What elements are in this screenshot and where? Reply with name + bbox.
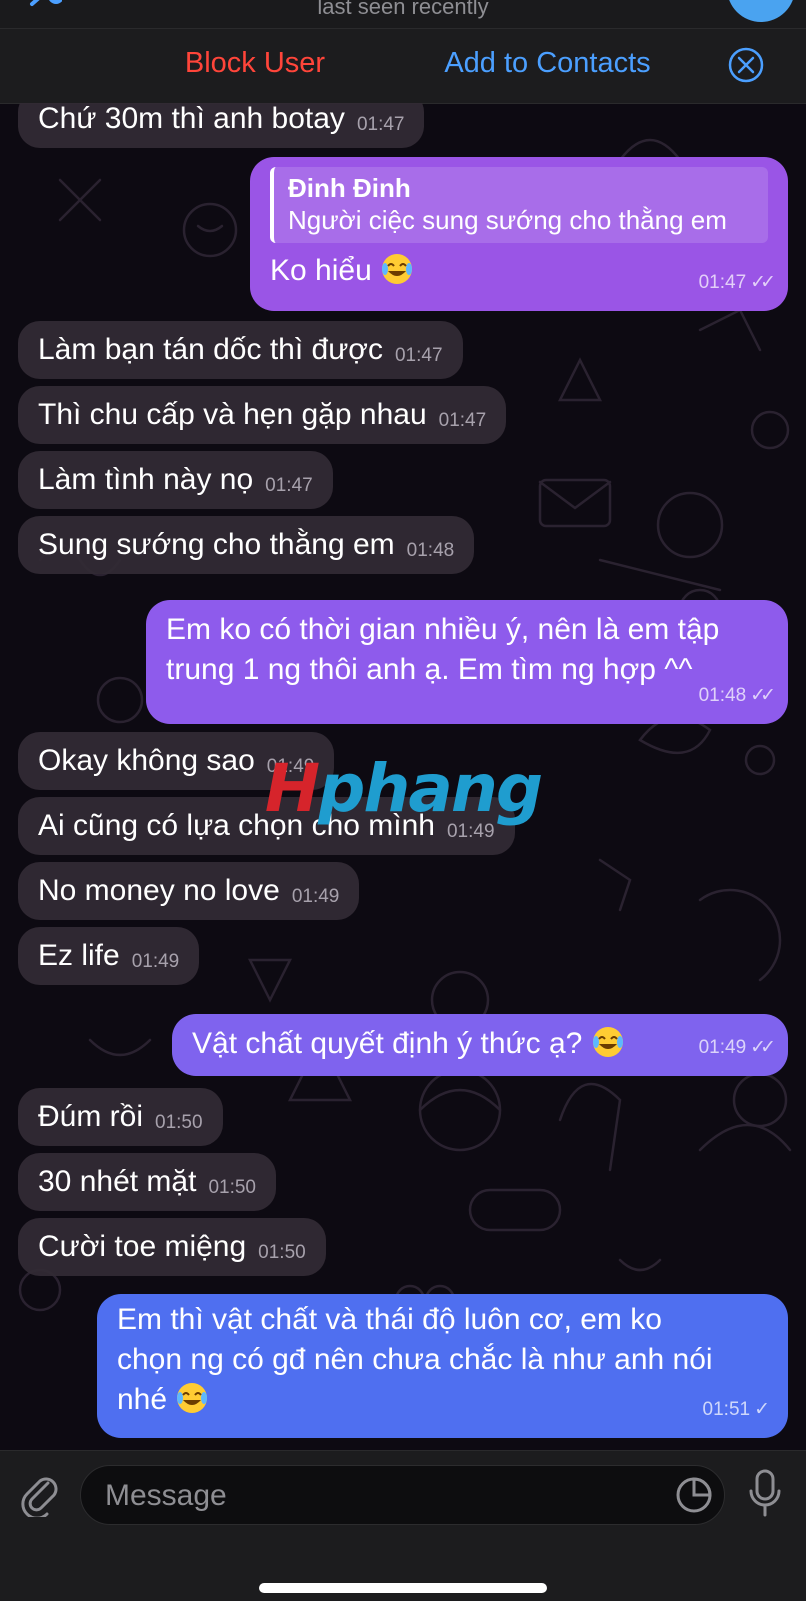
message-time: 01:47 bbox=[438, 410, 487, 431]
message-text: Thì chu cấp và hẹn gặp nhau bbox=[38, 398, 427, 431]
double-check-icon: ✓✓ bbox=[750, 685, 776, 706]
message-text: Vật chất quyết định ý thức ạ? bbox=[192, 1027, 583, 1060]
incoming-message[interactable]: Cười toe miệng 01:50 bbox=[18, 1218, 326, 1276]
message-text: Làm bạn tán dốc thì được bbox=[38, 333, 383, 366]
message-composer bbox=[0, 1450, 806, 1601]
message-time: 01:50 bbox=[155, 1112, 203, 1133]
sticker-icon[interactable] bbox=[674, 1475, 714, 1515]
message-text-line: Em ko có thời gian nhiều ý, nên là em tậ… bbox=[166, 613, 720, 646]
message-meta: 01:47 ✓✓ bbox=[698, 263, 776, 303]
incoming-message[interactable]: Ez life 01:49 bbox=[18, 927, 200, 985]
outgoing-message[interactable]: Em ko có thời gian nhiều ý, nên là em tậ… bbox=[146, 600, 788, 724]
block-user-button[interactable]: Block User bbox=[150, 47, 360, 80]
message-text: Chứ 30m thì anh botay bbox=[38, 103, 345, 135]
reply-text: Người ciệc sung sướng cho thằng em bbox=[288, 205, 727, 235]
message-meta: 01:48 ✓✓ bbox=[698, 676, 776, 716]
message-input-field[interactable] bbox=[80, 1465, 725, 1525]
last-seen-status: last seen recently bbox=[317, 0, 489, 19]
message-meta: 01:51 ✓ bbox=[703, 1390, 770, 1430]
incoming-message[interactable]: Đúm rồi 01:50 bbox=[18, 1088, 223, 1146]
chat-header: last seen recently bbox=[0, 0, 806, 28]
message-time: 01:47 bbox=[394, 345, 443, 366]
reply-sender: Đinh Đinh bbox=[288, 173, 411, 203]
outgoing-message[interactable]: Vật chất quyết định ý thức ạ? 01:49 ✓✓ bbox=[172, 1014, 788, 1076]
message-text: Cười toe miệng bbox=[38, 1230, 247, 1263]
message-time: 01:51 bbox=[702, 1399, 751, 1420]
incoming-message[interactable]: Chứ 30m thì anh botay 01:47 bbox=[18, 103, 425, 148]
message-text: Ai cũng có lựa chọn cho mình bbox=[38, 809, 435, 842]
paperclip-icon[interactable] bbox=[18, 1471, 62, 1517]
message-text: Ko hiểu bbox=[270, 254, 372, 287]
tears-of-joy-emoji-icon bbox=[177, 1383, 208, 1413]
message-text-line: Em thì vật chất và thái độ luôn cơ, em k… bbox=[117, 1303, 662, 1336]
message-time: 01:49 bbox=[266, 756, 315, 777]
tears-of-joy-emoji-icon bbox=[592, 1027, 623, 1057]
message-list[interactable]: Chứ 30m thì anh botay 01:47 Đinh Đinh Ng… bbox=[0, 103, 806, 1450]
message-text-line: chọn ng có gđ nên chưa chắc là như anh n… bbox=[117, 1343, 713, 1376]
double-check-icon: ✓✓ bbox=[750, 272, 776, 293]
incoming-message[interactable]: Sung sướng cho thằng em 01:48 bbox=[18, 516, 475, 574]
message-time: 01:47 bbox=[698, 272, 747, 293]
contact-action-bar: Block User Add to Contacts bbox=[0, 28, 806, 104]
message-meta: 01:49 ✓✓ bbox=[698, 1028, 776, 1068]
message-time: 01:47 bbox=[265, 475, 313, 496]
message-text: 30 nhét mặt bbox=[38, 1165, 197, 1198]
add-to-contacts-button[interactable]: Add to Contacts bbox=[415, 47, 680, 80]
check-icon: ✓ bbox=[754, 1399, 770, 1420]
message-text: No money no love bbox=[38, 874, 280, 907]
home-indicator[interactable] bbox=[259, 1583, 547, 1593]
message-time: 01:49 bbox=[446, 821, 495, 842]
message-time: 01:48 bbox=[698, 685, 747, 706]
outgoing-message[interactable]: Đinh Đinh Người ciệc sung sướng cho thằn… bbox=[250, 157, 788, 311]
message-text: Okay không sao bbox=[38, 744, 255, 777]
incoming-message[interactable]: Làm bạn tán dốc thì được 01:47 bbox=[18, 321, 463, 379]
incoming-message[interactable]: Ai cũng có lựa chọn cho mình 01:49 bbox=[18, 797, 515, 855]
message-text: Ez life bbox=[38, 939, 120, 972]
message-time: 01:49 bbox=[131, 951, 180, 972]
message-time: 01:50 bbox=[258, 1242, 306, 1263]
message-time: 01:48 bbox=[406, 540, 455, 561]
incoming-message[interactable]: Làm tình này nọ 01:47 bbox=[18, 451, 333, 509]
incoming-message[interactable]: Okay không sao 01:49 bbox=[18, 732, 335, 790]
double-check-icon: ✓✓ bbox=[750, 1037, 776, 1058]
message-time: 01:50 bbox=[208, 1177, 256, 1198]
tears-of-joy-emoji-icon bbox=[382, 254, 413, 284]
incoming-message[interactable]: 30 nhét mặt 01:50 bbox=[18, 1153, 276, 1211]
outgoing-message[interactable]: Em thì vật chất và thái độ luôn cơ, em k… bbox=[97, 1294, 788, 1438]
message-text: Đúm rồi bbox=[38, 1100, 144, 1133]
incoming-message[interactable]: Thì chu cấp và hẹn gặp nhau 01:47 bbox=[18, 386, 507, 444]
message-text-line: nhé bbox=[117, 1383, 168, 1416]
message-time: 01:47 bbox=[356, 114, 405, 135]
message-text-line: trung 1 ng thôi anh ạ. Em tìm ng hợp ^^ bbox=[166, 653, 693, 686]
incoming-message[interactable]: No money no love 01:49 bbox=[18, 862, 360, 920]
message-text: Làm tình này nọ bbox=[38, 463, 254, 496]
message-text: Sung sướng cho thằng em bbox=[38, 528, 395, 561]
message-time: 01:49 bbox=[698, 1037, 747, 1058]
microphone-icon[interactable] bbox=[746, 1467, 784, 1519]
message-time: 01:49 bbox=[291, 886, 340, 907]
message-input[interactable] bbox=[103, 1472, 647, 1520]
reply-quote[interactable]: Đinh Đinh Người ciệc sung sướng cho thằn… bbox=[270, 167, 768, 243]
close-icon[interactable] bbox=[727, 46, 765, 84]
